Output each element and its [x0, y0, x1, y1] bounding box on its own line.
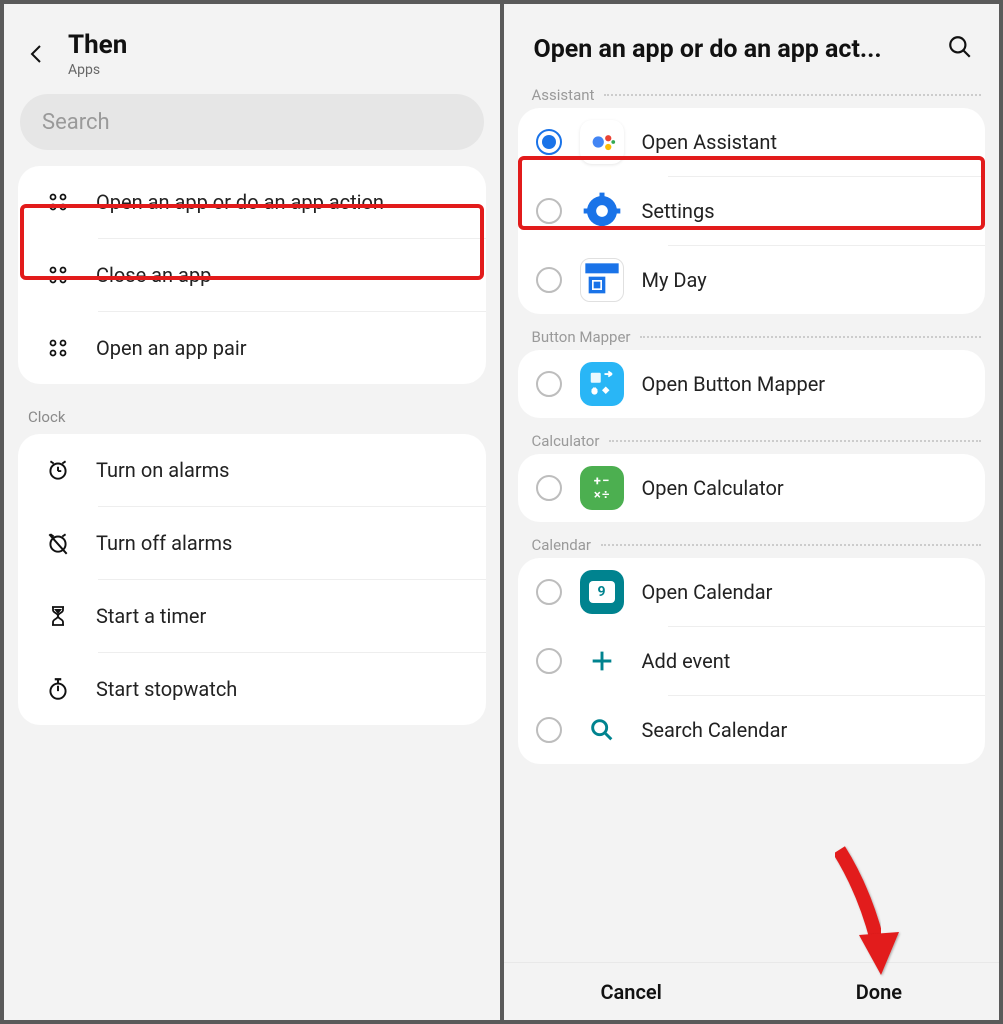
- clock-turn-off-alarms[interactable]: Turn off alarms: [18, 507, 486, 579]
- action-open-app[interactable]: Open an app or do an app action: [18, 166, 486, 238]
- done-button[interactable]: Done: [826, 968, 932, 1016]
- alarm-on-icon: [40, 452, 76, 488]
- right-pane: Open an app or do an app act... Assistan…: [504, 4, 1000, 1020]
- option-add-event[interactable]: Add event: [518, 627, 986, 695]
- calendar-app-icon: 9: [580, 570, 624, 614]
- item-label: Start a timer: [96, 604, 206, 628]
- option-open-calculator[interactable]: +−×÷ Open Calculator: [518, 454, 986, 522]
- option-open-button-mapper[interactable]: Open Button Mapper: [518, 350, 986, 418]
- action-label: Open an app pair: [96, 336, 247, 360]
- plus-icon: [580, 639, 624, 683]
- radio-button[interactable]: [536, 267, 562, 293]
- clock-start-stopwatch[interactable]: Start stopwatch: [18, 653, 486, 725]
- alarm-off-icon: [40, 525, 76, 561]
- action-close-app[interactable]: Close an app: [18, 239, 486, 311]
- bottom-button-bar: Cancel Done: [504, 962, 1000, 1020]
- option-open-assistant[interactable]: Open Assistant: [518, 108, 986, 176]
- radio-button[interactable]: [536, 579, 562, 605]
- option-label: My Day: [642, 268, 707, 292]
- option-settings[interactable]: Settings: [518, 177, 986, 245]
- search-icon[interactable]: [947, 34, 977, 64]
- hourglass-icon: [40, 598, 76, 634]
- action-open-app-pair[interactable]: Open an app pair: [18, 312, 486, 384]
- group-label-calculator: Calculator: [504, 428, 1000, 452]
- action-label: Close an app: [96, 263, 211, 287]
- search-calendar-icon: [580, 708, 624, 752]
- right-title: Open an app or do an app act...: [534, 35, 882, 64]
- cancel-button[interactable]: Cancel: [570, 968, 691, 1016]
- page-subtitle: Apps: [68, 62, 127, 78]
- left-pane: Then Apps Open an app or do an app actio…: [4, 4, 500, 1020]
- clock-turn-on-alarms[interactable]: Turn on alarms: [18, 434, 486, 506]
- option-label: Add event: [642, 649, 731, 673]
- option-label: Open Calendar: [642, 580, 773, 604]
- page-title: Then: [68, 30, 127, 60]
- clock-start-timer[interactable]: Start a timer: [18, 580, 486, 652]
- option-label: Open Button Mapper: [642, 372, 826, 396]
- assistant-app-icon: [580, 120, 624, 164]
- group-label-assistant: Assistant: [504, 82, 1000, 106]
- myday-app-icon: [580, 258, 624, 302]
- radio-button[interactable]: [536, 371, 562, 397]
- option-label: Search Calendar: [642, 718, 788, 742]
- section-clock-label: Clock: [4, 394, 500, 430]
- right-header: Open an app or do an app act...: [504, 4, 1000, 82]
- radio-button[interactable]: [536, 475, 562, 501]
- option-label: Open Calculator: [642, 476, 784, 500]
- search-input[interactable]: [20, 94, 484, 150]
- button-mapper-app-icon: [580, 362, 624, 406]
- item-label: Turn on alarms: [96, 458, 230, 482]
- group-label-calendar: Calendar: [504, 532, 1000, 556]
- option-label: Settings: [642, 199, 715, 223]
- option-my-day[interactable]: My Day: [518, 246, 986, 314]
- apps-grid-icon: [40, 184, 76, 220]
- option-open-calendar[interactable]: 9 Open Calendar: [518, 558, 986, 626]
- group-label-button-mapper: Button Mapper: [504, 324, 1000, 348]
- action-label: Open an app or do an app action: [96, 190, 384, 214]
- radio-button[interactable]: [536, 648, 562, 674]
- radio-button[interactable]: [536, 129, 562, 155]
- radio-button[interactable]: [536, 717, 562, 743]
- apps-grid-icon: [40, 257, 76, 293]
- item-label: Start stopwatch: [96, 677, 237, 701]
- option-search-calendar[interactable]: Search Calendar: [518, 696, 986, 764]
- item-label: Turn off alarms: [96, 531, 232, 555]
- calculator-app-icon: +−×÷: [580, 466, 624, 510]
- back-button[interactable]: [24, 41, 50, 67]
- left-header: Then Apps: [4, 4, 500, 94]
- stopwatch-icon: [40, 671, 76, 707]
- option-label: Open Assistant: [642, 130, 778, 154]
- apps-grid-icon: [40, 330, 76, 366]
- settings-app-icon: [580, 189, 624, 233]
- radio-button[interactable]: [536, 198, 562, 224]
